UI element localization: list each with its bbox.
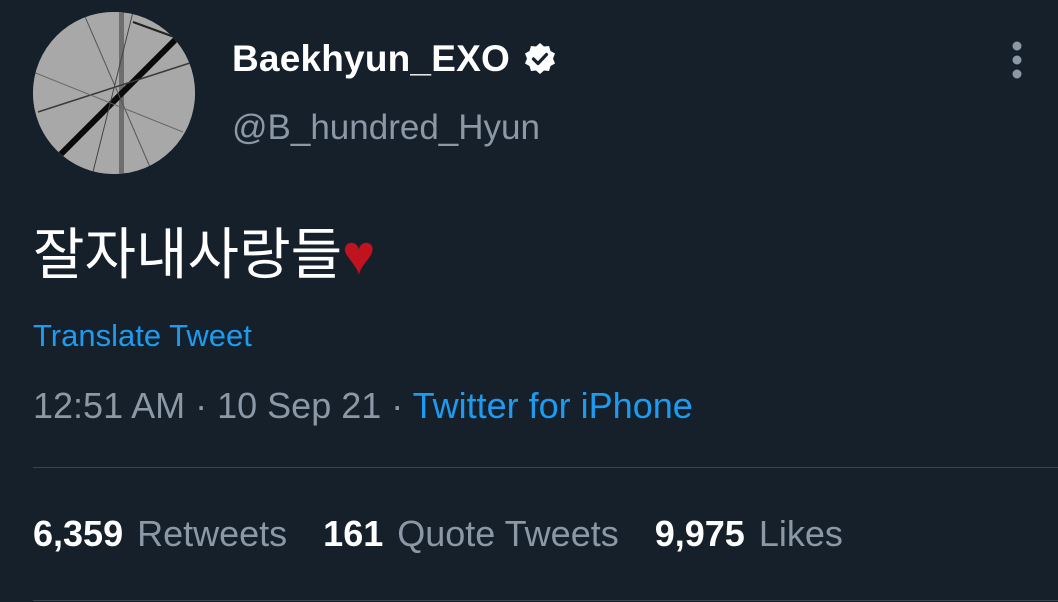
divider [33,467,1058,468]
avatar[interactable] [33,12,195,174]
verified-badge-icon [522,41,558,77]
meta-separator: · [195,385,218,426]
tweet-body: 잘자내사랑들 [33,223,343,286]
quote-tweets-label: Quote Tweets [397,513,619,554]
retweets-label: Retweets [137,513,288,554]
display-name[interactable]: Baekhyun_EXO [232,38,510,80]
retweets-count: 6,359 [33,513,124,554]
display-name-row: Baekhyun_EXO [232,36,558,82]
heart-emoji: ♥ [342,223,376,286]
likes-stat[interactable]: 9,975 Likes [655,513,843,555]
meta-separator: · [391,385,413,426]
quote-tweets-stat[interactable]: 161 Quote Tweets [323,513,619,555]
engagement-stats: 6,359 Retweets 161 Quote Tweets 9,975 Li… [33,513,879,555]
tweet-meta: 12:51 AM · 10 Sep 21 · Twitter for iPhon… [33,385,693,427]
retweets-stat[interactable]: 6,359 Retweets [33,513,287,555]
tweet-detail: Baekhyun_EXO @B_hundred_Hyun 잘자내사랑들♥ Tra… [0,0,1058,602]
tweet-date[interactable]: 10 Sep 21 [217,385,381,426]
avatar-image [33,12,195,174]
tweet-text: 잘자내사랑들♥ [33,210,375,291]
likes-label: Likes [758,513,843,554]
user-handle[interactable]: @B_hundred_Hyun [232,108,540,148]
quote-tweets-count: 161 [323,513,384,554]
divider [33,600,1058,601]
tweet-source-link[interactable]: Twitter for iPhone [413,385,693,426]
translate-tweet-link[interactable]: Translate Tweet [33,318,252,354]
likes-count: 9,975 [654,513,745,554]
more-vertical-icon[interactable] [1000,36,1034,84]
tweet-time[interactable]: 12:51 AM [33,385,185,426]
